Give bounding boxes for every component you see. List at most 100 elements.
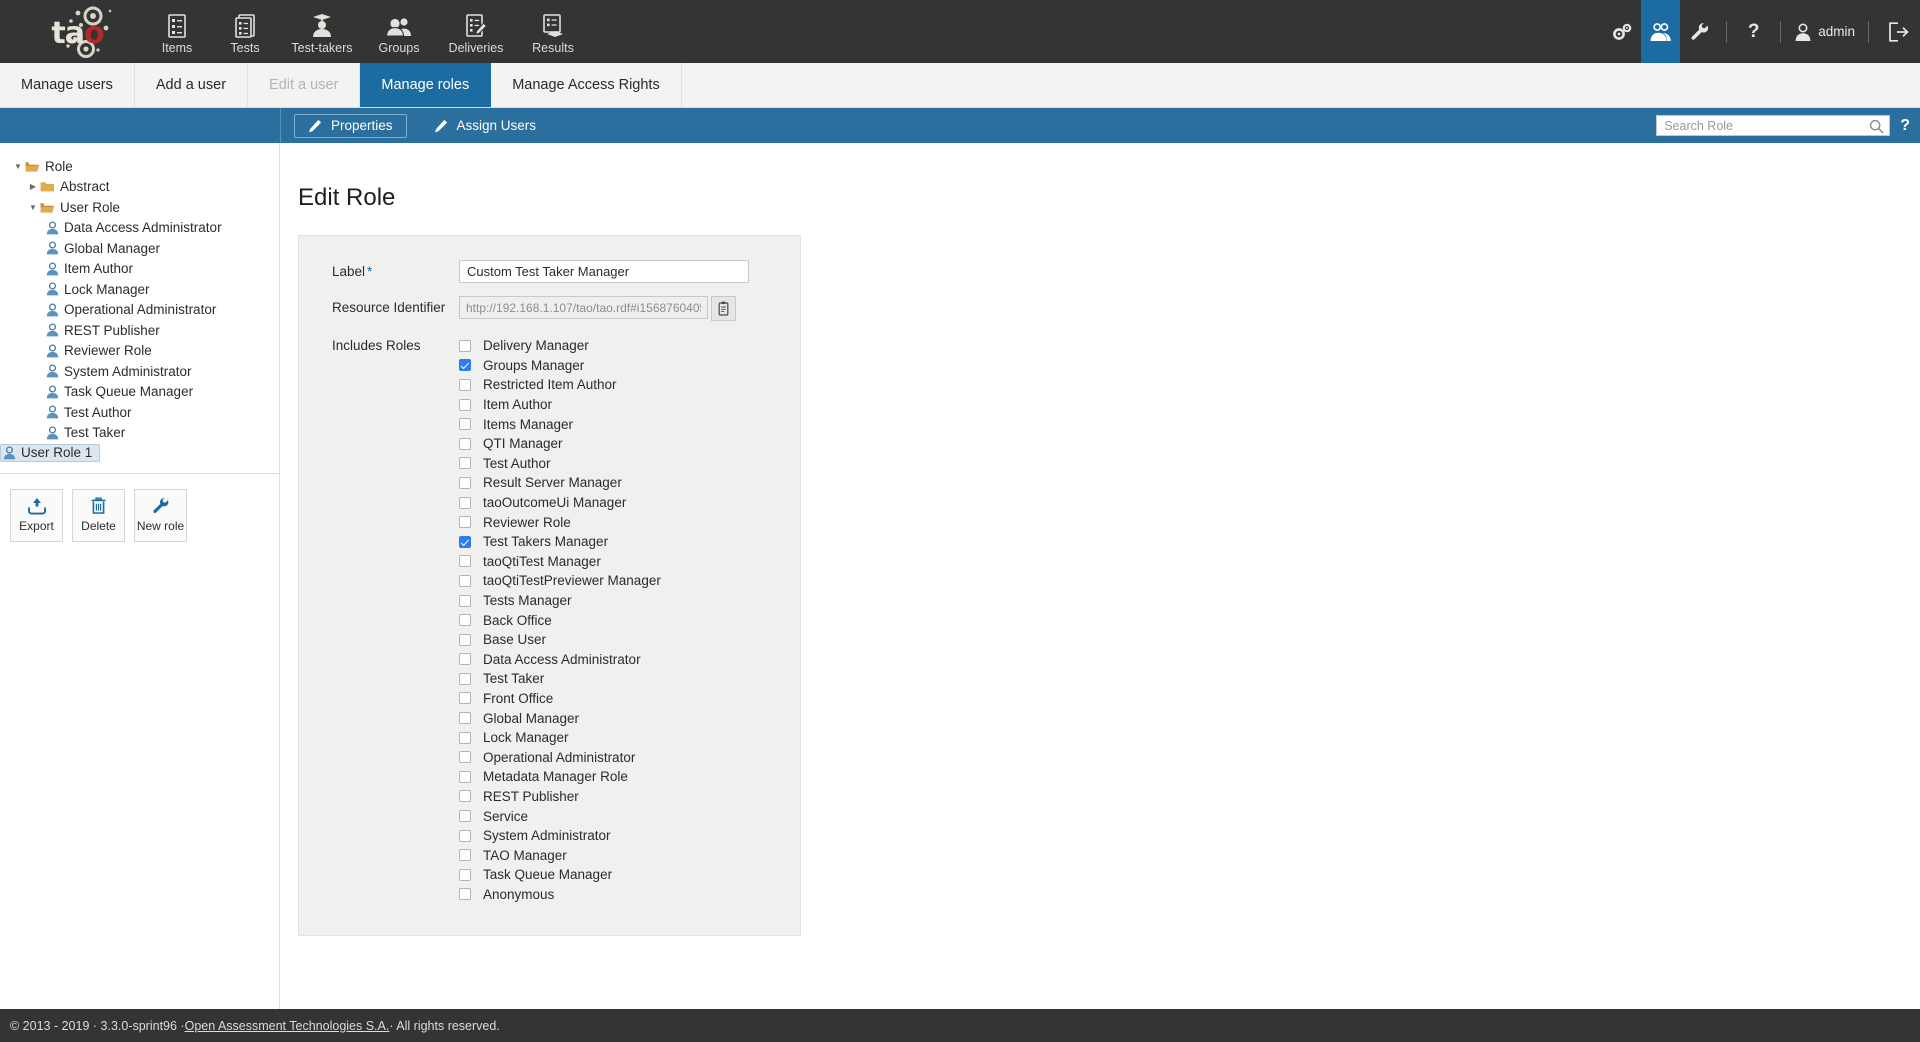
- role-checkbox-label[interactable]: Delivery Manager: [483, 338, 589, 353]
- role-checkbox[interactable]: [459, 418, 471, 430]
- tree-node[interactable]: Item Author: [0, 259, 279, 280]
- assign-users-button[interactable]: Assign Users: [420, 114, 551, 138]
- logout-icon[interactable]: [1876, 0, 1920, 63]
- delete-button[interactable]: Delete: [72, 489, 125, 542]
- role-checkbox-label[interactable]: System Administrator: [483, 828, 611, 843]
- role-checkbox[interactable]: [459, 732, 471, 744]
- user-menu[interactable]: admin: [1788, 0, 1861, 63]
- tree-node[interactable]: Test Author: [0, 402, 279, 423]
- role-checkbox-label[interactable]: Front Office: [483, 691, 553, 706]
- nav-item-items[interactable]: Items: [143, 0, 211, 63]
- tree-node[interactable]: Data Access Administrator: [0, 218, 279, 239]
- role-checkbox-label[interactable]: Data Access Administrator: [483, 652, 641, 667]
- role-checkbox-label[interactable]: QTI Manager: [483, 436, 563, 451]
- role-checkbox-label[interactable]: taoQtiTest Manager: [483, 554, 601, 569]
- role-checkbox[interactable]: [459, 830, 471, 842]
- role-checkbox-label[interactable]: Metadata Manager Role: [483, 769, 628, 784]
- role-checkbox[interactable]: [459, 399, 471, 411]
- role-checkbox-label[interactable]: Restricted Item Author: [483, 377, 617, 392]
- wrench-icon[interactable]: [1680, 0, 1719, 63]
- users-icon[interactable]: [1641, 0, 1680, 63]
- role-checkbox-label[interactable]: Back Office: [483, 613, 552, 628]
- properties-button[interactable]: Properties: [294, 114, 407, 138]
- role-checkbox-label[interactable]: Task Queue Manager: [483, 867, 612, 882]
- question-mark-icon[interactable]: ?: [1734, 0, 1773, 63]
- caret-down-icon[interactable]: ▼: [11, 162, 25, 171]
- role-checkbox-label[interactable]: Operational Administrator: [483, 750, 635, 765]
- role-checkbox-label[interactable]: Tests Manager: [483, 593, 572, 608]
- role-checkbox[interactable]: [459, 771, 471, 783]
- caret-down-icon[interactable]: ▼: [26, 203, 40, 212]
- role-checkbox-label[interactable]: Anonymous: [483, 887, 554, 902]
- tab-manage-users[interactable]: Manage users: [0, 63, 135, 107]
- search-box[interactable]: [1656, 115, 1890, 136]
- role-checkbox[interactable]: [459, 790, 471, 802]
- export-button[interactable]: Export: [10, 489, 63, 542]
- tree-node[interactable]: ▼User Role: [0, 197, 279, 218]
- role-checkbox-label[interactable]: taoOutcomeUi Manager: [483, 495, 626, 510]
- resource-identifier-input[interactable]: [459, 296, 708, 319]
- settings-gears-icon[interactable]: [1602, 0, 1641, 63]
- role-checkbox-checked[interactable]: [459, 536, 471, 548]
- role-checkbox[interactable]: [459, 673, 471, 685]
- caret-right-icon[interactable]: ▶: [26, 182, 40, 191]
- role-checkbox[interactable]: [459, 379, 471, 391]
- role-checkbox[interactable]: [459, 555, 471, 567]
- role-checkbox-label[interactable]: Reviewer Role: [483, 515, 571, 530]
- role-checkbox[interactable]: [459, 438, 471, 450]
- nav-item-tests[interactable]: Tests: [211, 0, 279, 63]
- tab-manage-access-rights[interactable]: Manage Access Rights: [491, 63, 682, 107]
- role-checkbox-label[interactable]: Global Manager: [483, 711, 579, 726]
- tree-node[interactable]: Operational Administrator: [0, 300, 279, 321]
- role-checkbox-label[interactable]: TAO Manager: [483, 848, 567, 863]
- clipboard-icon[interactable]: [711, 296, 736, 321]
- role-checkbox-label[interactable]: Test Takers Manager: [483, 534, 608, 549]
- new-role-button[interactable]: New role: [134, 489, 187, 542]
- role-checkbox[interactable]: [459, 457, 471, 469]
- nav-item-deliveries[interactable]: Deliveries: [433, 0, 519, 63]
- nav-item-results[interactable]: Results: [519, 0, 587, 63]
- role-checkbox[interactable]: [459, 653, 471, 665]
- role-checkbox[interactable]: [459, 849, 471, 861]
- tree-node[interactable]: Global Manager: [0, 238, 279, 259]
- role-checkbox-label[interactable]: REST Publisher: [483, 789, 579, 804]
- tree-node[interactable]: REST Publisher: [0, 320, 279, 341]
- search-icon[interactable]: [1869, 119, 1884, 134]
- role-checkbox-label[interactable]: Test Author: [483, 456, 551, 471]
- role-checkbox-label[interactable]: Item Author: [483, 397, 552, 412]
- footer-company-link[interactable]: Open Assessment Technologies S.A.: [185, 1019, 390, 1033]
- role-checkbox[interactable]: [459, 888, 471, 900]
- role-checkbox[interactable]: [459, 516, 471, 528]
- role-checkbox[interactable]: [459, 575, 471, 587]
- role-checkbox[interactable]: [459, 477, 471, 489]
- search-help-icon[interactable]: ?: [1900, 117, 1910, 135]
- role-checkbox[interactable]: [459, 751, 471, 763]
- role-checkbox-label[interactable]: Result Server Manager: [483, 475, 622, 490]
- tao-logo[interactable]: tao: [0, 0, 133, 63]
- tree-node[interactable]: Lock Manager: [0, 279, 279, 300]
- role-checkbox-label[interactable]: taoQtiTestPreviewer Manager: [483, 573, 661, 588]
- tree-node[interactable]: Test Taker: [0, 423, 279, 444]
- nav-item-groups[interactable]: Groups: [365, 0, 433, 63]
- role-checkbox-label[interactable]: Items Manager: [483, 417, 573, 432]
- role-checkbox-label[interactable]: Service: [483, 809, 528, 824]
- role-checkbox[interactable]: [459, 497, 471, 509]
- role-checkbox-label[interactable]: Groups Manager: [483, 358, 584, 373]
- role-checkbox[interactable]: [459, 712, 471, 724]
- nav-item-test-takers[interactable]: Test-takers: [279, 0, 365, 63]
- tree-node[interactable]: Reviewer Role: [0, 341, 279, 362]
- role-checkbox[interactable]: [459, 595, 471, 607]
- tree-node[interactable]: ▼Role: [0, 156, 279, 177]
- role-checkbox[interactable]: [459, 634, 471, 646]
- tree-node[interactable]: System Administrator: [0, 361, 279, 382]
- role-checkbox-label[interactable]: Lock Manager: [483, 730, 569, 745]
- role-checkbox[interactable]: [459, 614, 471, 626]
- role-checkbox[interactable]: [459, 810, 471, 822]
- role-checkbox-label[interactable]: Test Taker: [483, 671, 544, 686]
- role-checkbox-label[interactable]: Base User: [483, 632, 546, 647]
- role-checkbox[interactable]: [459, 692, 471, 704]
- tree-node[interactable]: Task Queue Manager: [0, 382, 279, 403]
- role-checkbox-checked[interactable]: [459, 359, 471, 371]
- search-input[interactable]: [1657, 116, 1889, 135]
- tree-node[interactable]: ▶Abstract: [0, 177, 279, 198]
